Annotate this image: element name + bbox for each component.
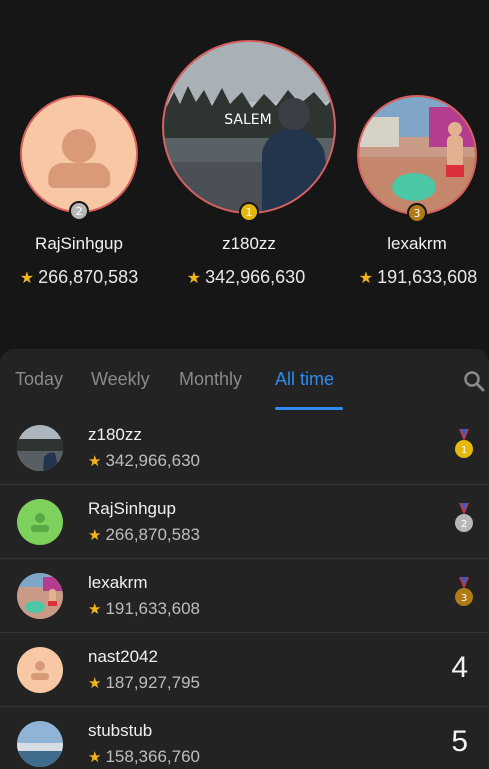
podium: 2 RajSinhgup ★ 266,870,583 SALEM 1 z180z… xyxy=(0,0,489,350)
star-icon: ★ xyxy=(88,601,102,618)
user-name: stubstub xyxy=(88,721,153,740)
rank-badge: 3 xyxy=(407,203,427,223)
star-icon: ★ xyxy=(186,270,202,287)
user-name: nast2042 xyxy=(88,647,158,666)
active-tab-indicator xyxy=(275,407,343,410)
star-icon: ★ xyxy=(88,675,102,692)
user-photo-avatar: SALEM xyxy=(162,40,336,214)
user-name: z180zz xyxy=(88,425,142,444)
bronze-medal-icon: 3 xyxy=(453,577,475,613)
medal-rank: 3 xyxy=(461,593,467,604)
leaderboard-row[interactable]: lexakrm ★ 191,633,608 3 xyxy=(0,559,489,633)
medal-rank: 1 xyxy=(461,445,467,456)
leaderboard-row[interactable]: stubstub ★ 158,366,760 5 xyxy=(0,707,489,769)
user-photo-avatar xyxy=(357,95,477,215)
podium-second-avatar[interactable]: 2 xyxy=(20,95,138,221)
silver-medal-icon: 2 xyxy=(453,503,475,539)
gold-medal-icon: 1 xyxy=(453,429,475,465)
user-photo-avatar xyxy=(17,425,63,471)
leaderboard-row[interactable]: nast2042 ★ 187,927,795 4 xyxy=(0,633,489,707)
rank-badge: 1 xyxy=(239,202,259,222)
tab-today[interactable]: Today xyxy=(15,369,63,390)
photo-caption: SALEM xyxy=(224,112,271,128)
user-placeholder-avatar xyxy=(20,95,138,213)
user-score: ★ 187,927,795 xyxy=(88,673,200,692)
rank-badge: 2 xyxy=(69,201,89,221)
rank-number: 5 xyxy=(451,725,468,758)
star-icon: ★ xyxy=(19,270,35,287)
user-score: ★ 342,966,630 xyxy=(88,451,200,470)
medal-rank: 2 xyxy=(461,519,467,530)
podium-third-avatar[interactable]: 3 xyxy=(357,95,477,223)
user-placeholder-avatar xyxy=(17,647,63,693)
user-score: ★ 266,870,583 xyxy=(88,525,200,544)
podium-score: ★ 191,633,608 xyxy=(358,267,478,287)
podium-name: lexakrm xyxy=(387,234,447,253)
podium-score: ★ 342,966,630 xyxy=(186,267,306,287)
podium-first-avatar[interactable]: SALEM 1 xyxy=(162,40,336,222)
period-tabs: Today Weekly Monthly All time xyxy=(0,349,489,411)
user-photo-avatar xyxy=(17,721,63,767)
tab-all-time[interactable]: All time xyxy=(275,369,334,390)
user-score: ★ 158,366,760 xyxy=(88,747,200,766)
star-icon: ★ xyxy=(88,453,102,470)
user-photo-avatar xyxy=(17,573,63,619)
leaderboard-card: Today Weekly Monthly All time z180zz ★ 34… xyxy=(0,349,489,769)
user-name: RajSinhgup xyxy=(88,499,176,518)
search-icon[interactable] xyxy=(463,370,485,392)
rank-number: 4 xyxy=(451,651,468,684)
user-placeholder-avatar xyxy=(17,499,63,545)
star-icon: ★ xyxy=(88,527,102,544)
user-score: ★ 191,633,608 xyxy=(88,599,200,618)
star-icon: ★ xyxy=(88,749,102,766)
leaderboard-row[interactable]: RajSinhgup ★ 266,870,583 2 xyxy=(0,485,489,559)
user-name: lexakrm xyxy=(88,573,148,592)
star-icon: ★ xyxy=(358,270,374,287)
tab-monthly[interactable]: Monthly xyxy=(179,369,242,390)
tab-weekly[interactable]: Weekly xyxy=(91,369,150,390)
leaderboard-row[interactable]: z180zz ★ 342,966,630 1 xyxy=(0,411,489,485)
